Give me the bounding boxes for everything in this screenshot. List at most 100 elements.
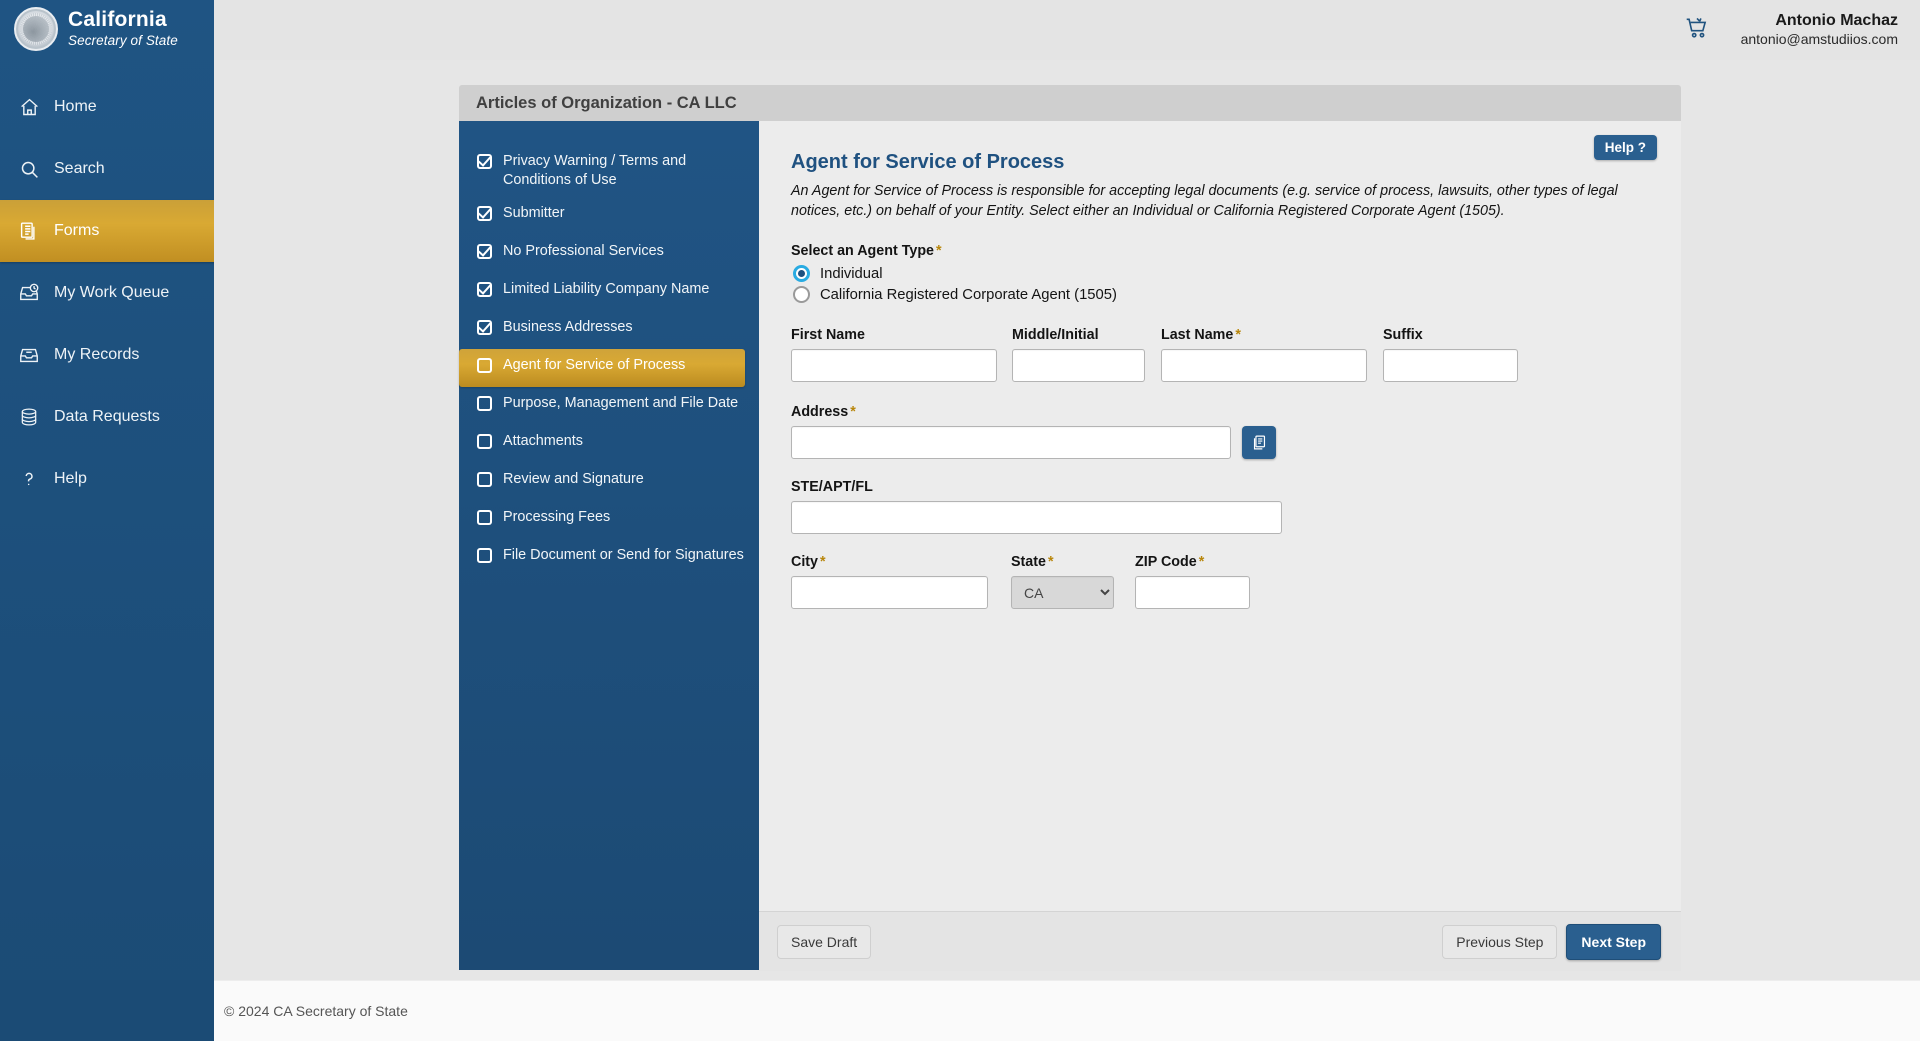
sidebar-item-data-requests[interactable]: Data Requests: [0, 386, 214, 448]
first-name-input[interactable]: [791, 349, 997, 382]
sidebar-item-label: My Work Queue: [54, 284, 169, 302]
radio-option-individual[interactable]: Individual: [793, 265, 1651, 282]
middle-initial-input[interactable]: [1012, 349, 1145, 382]
step-item-label: Limited Liability Company Name: [503, 280, 709, 299]
user-info[interactable]: Antonio Machaz antonio@amstudiios.com: [1741, 11, 1898, 49]
state-select[interactable]: CA: [1011, 576, 1114, 609]
step-item-label: Privacy Warning / Terms and Conditions o…: [503, 152, 749, 190]
main-content: Articles of Organization - CA LLC Privac…: [214, 60, 1920, 980]
step-item[interactable]: Business Addresses: [459, 311, 759, 349]
step-item[interactable]: Processing Fees: [459, 501, 759, 539]
suffix-input[interactable]: [1383, 349, 1518, 382]
brand-block: California Secretary of State: [0, 0, 214, 62]
agent-type-label: Select an Agent Type*: [791, 243, 1651, 259]
user-email: antonio@amstudiios.com: [1741, 31, 1898, 49]
radio-corporate-agent-icon[interactable]: [793, 286, 810, 303]
state-group: State* CA: [1011, 554, 1114, 609]
city-group: City*: [791, 554, 988, 609]
ste-apt-fl-input[interactable]: [791, 501, 1282, 534]
sidebar-item-search[interactable]: Search: [0, 138, 214, 200]
step-item-current[interactable]: Agent for Service of Process: [459, 349, 745, 387]
app-root: California Secretary of State Home: [0, 0, 1920, 1041]
first-name-label: First Name: [791, 327, 997, 343]
address-input[interactable]: [791, 426, 1231, 459]
step-item-label: File Document or Send for Signatures: [503, 546, 744, 565]
checkbox-unchecked-icon: [477, 396, 492, 411]
required-marker: *: [936, 243, 942, 259]
checkbox-unchecked-icon: [477, 510, 492, 525]
city-label: City*: [791, 554, 988, 570]
sidebar-item-my-records[interactable]: My Records: [0, 324, 214, 386]
radio-individual-icon[interactable]: [793, 265, 810, 282]
sidebar-footer-filler: [0, 980, 214, 1041]
address-group: Address*: [791, 404, 1651, 459]
step-item-label: Review and Signature: [503, 470, 644, 489]
step-item[interactable]: Submitter: [459, 197, 759, 235]
search-icon: [18, 158, 40, 180]
next-step-button[interactable]: Next Step: [1566, 924, 1661, 960]
sidebar-nav: Home Search Forms: [0, 76, 214, 510]
step-item[interactable]: Review and Signature: [459, 463, 759, 501]
step-item[interactable]: Attachments: [459, 425, 759, 463]
form-card: Articles of Organization - CA LLC Privac…: [459, 85, 1681, 970]
step-item-label: No Professional Services: [503, 242, 664, 261]
step-item-label: Processing Fees: [503, 508, 610, 527]
checkbox-unchecked-icon: [477, 434, 492, 449]
copy-documents-icon[interactable]: [1242, 426, 1276, 459]
step-item[interactable]: File Document or Send for Signatures: [459, 539, 759, 577]
zip-code-input[interactable]: [1135, 576, 1250, 609]
sidebar-item-home[interactable]: Home: [0, 76, 214, 138]
step-item-label: Submitter: [503, 204, 565, 223]
last-name-label-text: Last Name: [1161, 327, 1233, 343]
last-name-group: Last Name*: [1161, 327, 1367, 382]
previous-step-button[interactable]: Previous Step: [1442, 925, 1557, 959]
name-fields-row: First Name Middle/Initial Last Name*: [791, 327, 1651, 382]
state-label-text: State: [1011, 554, 1046, 570]
help-button[interactable]: Help ?: [1594, 135, 1657, 160]
shopping-cart-icon[interactable]: [1683, 15, 1711, 46]
checkbox-checked-icon: [477, 244, 492, 259]
step-item[interactable]: Privacy Warning / Terms and Conditions o…: [459, 145, 759, 197]
required-marker: *: [850, 404, 856, 420]
step-item[interactable]: Purpose, Management and File Date: [459, 387, 759, 425]
records-tray-icon: [18, 344, 40, 366]
agent-type-label-text: Select an Agent Type: [791, 243, 934, 259]
suffix-group: Suffix: [1383, 327, 1518, 382]
city-input[interactable]: [791, 576, 988, 609]
sidebar-item-forms[interactable]: Forms: [0, 200, 226, 262]
form-footer-actions: Save Draft Previous Step Next Step: [759, 911, 1681, 971]
form-card-title: Articles of Organization - CA LLC: [459, 85, 1681, 121]
zip-code-label-text: ZIP Code: [1135, 554, 1197, 570]
step-item-label: Attachments: [503, 432, 583, 451]
radio-option-corporate-agent[interactable]: California Registered Corporate Agent (1…: [793, 286, 1651, 303]
sidebar-item-my-work-queue[interactable]: My Work Queue: [0, 262, 214, 324]
sidebar-item-help[interactable]: Help: [0, 448, 214, 510]
zip-code-group: ZIP Code*: [1135, 554, 1250, 609]
section-description: An Agent for Service of Process is respo…: [791, 182, 1646, 221]
city-state-zip-row: City* State* CA: [791, 554, 1651, 609]
state-seal-icon: [14, 7, 58, 51]
radio-individual-label: Individual: [820, 266, 883, 282]
step-item[interactable]: No Professional Services: [459, 235, 759, 273]
brand-subtitle: Secretary of State: [68, 34, 178, 49]
required-marker: *: [1235, 327, 1241, 343]
radio-corporate-agent-label: California Registered Corporate Agent (1…: [820, 287, 1117, 303]
step-item-label: Agent for Service of Process: [503, 356, 685, 375]
sidebar-item-label: Home: [54, 98, 97, 116]
address-label: Address*: [791, 404, 1651, 420]
suffix-label: Suffix: [1383, 327, 1518, 343]
state-label: State*: [1011, 554, 1114, 570]
checkbox-checked-icon: [477, 154, 492, 169]
inbox-clock-icon: [18, 282, 40, 304]
step-item[interactable]: Limited Liability Company Name: [459, 273, 759, 311]
save-draft-button[interactable]: Save Draft: [777, 925, 871, 959]
middle-initial-group: Middle/Initial: [1012, 327, 1145, 382]
copyright-text: © 2024 CA Secretary of State: [224, 1003, 408, 1019]
city-label-text: City: [791, 554, 818, 570]
first-name-group: First Name: [791, 327, 997, 382]
sidebar-item-label: My Records: [54, 346, 139, 364]
topbar: Antonio Machaz antonio@amstudiios.com: [214, 0, 1920, 60]
last-name-input[interactable]: [1161, 349, 1367, 382]
home-icon: [18, 96, 40, 118]
sidebar-item-label: Forms: [54, 222, 99, 240]
